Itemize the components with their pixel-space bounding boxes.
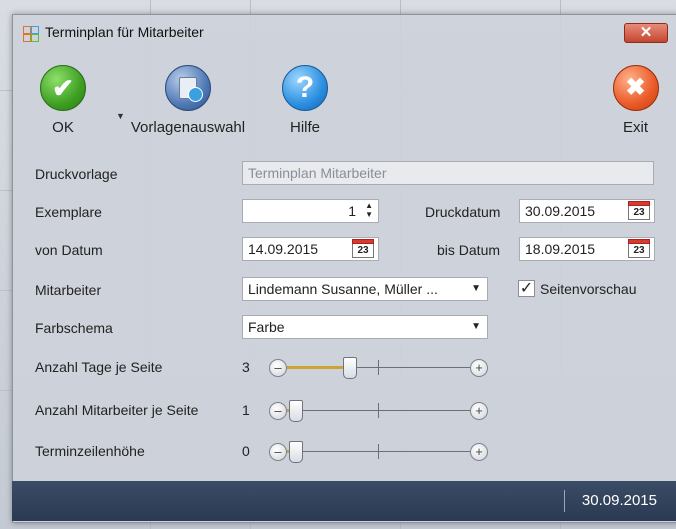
ok-button[interactable]: ✔ OK (33, 65, 93, 136)
anzahl-mitarbeiter-value: 1 (242, 402, 250, 418)
exemplare-stepper[interactable]: 1 ▲ ▼ (242, 199, 379, 223)
farbschema-select[interactable]: Farbe ▼ (242, 315, 488, 339)
vorlagenauswahl-button[interactable]: Vorlagenauswahl (126, 65, 250, 136)
druckdatum-field[interactable]: 30.09.2015 23 (519, 199, 655, 223)
slider-thumb[interactable] (289, 441, 303, 463)
title-bar: Terminplan für Mitarbeiter ✕ (13, 15, 676, 51)
hilfe-button[interactable]: ? Hilfe (275, 65, 335, 136)
slider-plus-icon[interactable]: + (470, 443, 488, 461)
von-datum-value: 14.09.2015 (248, 241, 319, 257)
slider-minus-icon[interactable]: – (269, 443, 287, 461)
bis-datum-label: bis Datum (437, 242, 501, 258)
checkbox-box[interactable]: ✓ (518, 280, 535, 297)
close-button[interactable]: ✕ (624, 23, 668, 43)
hilfe-label: Hilfe (289, 119, 320, 136)
terminzeilenhoehe-slider[interactable]: – + (269, 441, 488, 463)
anzahl-tage-slider[interactable]: – + (269, 357, 488, 379)
exemplare-label: Exemplare (35, 204, 102, 220)
calendar-icon[interactable]: 23 (628, 201, 650, 220)
bis-datum-value: 18.09.2015 (525, 241, 596, 257)
x-circle-icon: ✖ (612, 65, 659, 111)
template-select-icon (165, 65, 211, 111)
exit-label: Exit (622, 119, 648, 136)
mitarbeiter-value: Lindemann Susanne, Müller ... (248, 281, 438, 297)
status-date: 30.09.2015 (581, 492, 657, 509)
calendar-icon[interactable]: 23 (352, 239, 374, 258)
spin-down-icon[interactable]: ▼ (365, 210, 373, 219)
app-grid-icon (23, 26, 39, 42)
chevron-down-icon[interactable]: ▼ (471, 316, 481, 338)
slider-minus-icon[interactable]: – (269, 359, 287, 377)
seitenvorschau-label: Seitenvorschau (540, 281, 637, 297)
spin-up-icon[interactable]: ▲ (365, 201, 373, 210)
slider-plus-icon[interactable]: + (470, 359, 488, 377)
calendar-icon[interactable]: 23 (628, 239, 650, 258)
slider-plus-icon[interactable]: + (470, 402, 488, 420)
exemplare-value: 1 (348, 203, 356, 219)
status-bar: 30.09.2015 (12, 481, 676, 521)
terminzeilenhoehe-value: 0 (242, 443, 250, 459)
window-title: Terminplan für Mitarbeiter (45, 24, 204, 40)
druckvorlage-field[interactable]: Terminplan Mitarbeiter (242, 161, 654, 185)
farbschema-label: Farbschema (35, 320, 113, 336)
mitarbeiter-select[interactable]: Lindemann Susanne, Müller ... ▼ (242, 277, 488, 301)
anzahl-mitarbeiter-label: Anzahl Mitarbeiter je Seite (35, 402, 199, 418)
slider-minus-icon[interactable]: – (269, 402, 287, 420)
druckdatum-label: Druckdatum (425, 204, 501, 220)
von-datum-label: von Datum (35, 242, 103, 258)
exit-button[interactable]: ✖ Exit (608, 65, 663, 136)
terminplan-dialog: Terminplan für Mitarbeiter ✕ ✔ OK ▼ Vorl… (12, 14, 676, 523)
slider-thumb[interactable] (289, 400, 303, 422)
vorlagenauswahl-label: Vorlagenauswahl (130, 119, 246, 136)
mitarbeiter-label: Mitarbeiter (35, 282, 102, 298)
ok-label: OK (52, 119, 74, 136)
spin-buttons[interactable]: ▲ ▼ (365, 201, 373, 219)
anzahl-tage-value: 3 (242, 359, 250, 375)
chevron-down-icon[interactable]: ▼ (471, 278, 481, 300)
slider-thumb[interactable] (343, 357, 358, 379)
ok-dropdown-icon[interactable]: ▼ (116, 111, 125, 121)
bis-datum-field[interactable]: 18.09.2015 23 (519, 237, 655, 261)
checkmark-icon: ✔ (40, 65, 86, 111)
status-separator (564, 490, 565, 512)
farbschema-value: Farbe (248, 319, 285, 335)
terminzeilenhoehe-label: Terminzeilenhöhe (35, 443, 145, 459)
anzahl-mitarbeiter-slider[interactable]: – + (269, 400, 488, 422)
druckdatum-value: 30.09.2015 (525, 203, 596, 219)
anzahl-tage-label: Anzahl Tage je Seite (35, 359, 163, 375)
druckvorlage-label: Druckvorlage (35, 166, 118, 182)
close-icon: ✕ (639, 24, 653, 41)
von-datum-field[interactable]: 14.09.2015 23 (242, 237, 379, 261)
question-mark-icon: ? (282, 65, 328, 111)
